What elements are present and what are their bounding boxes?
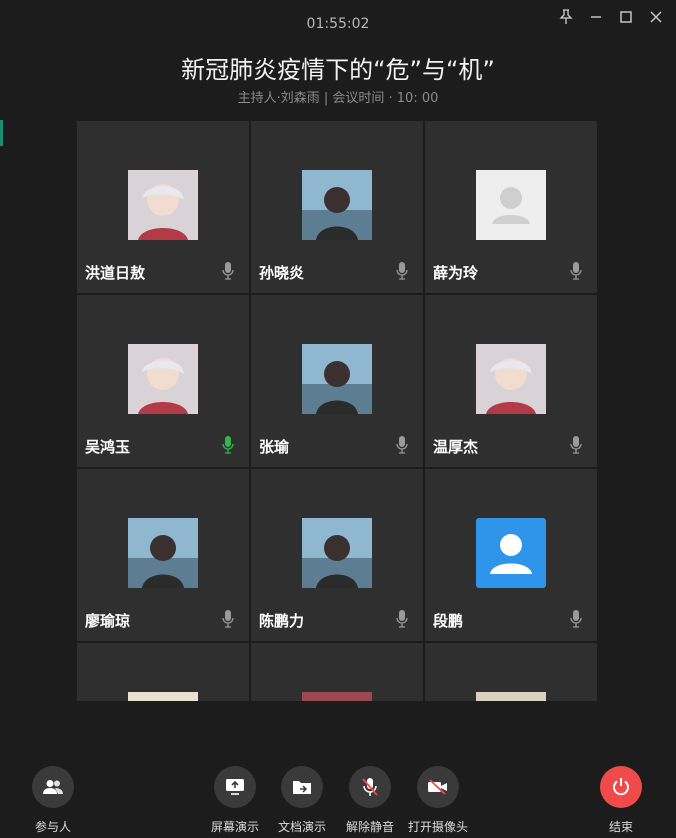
- participant-name: 陈鹏力: [259, 612, 305, 630]
- pin-icon[interactable]: [554, 7, 578, 27]
- participant-tile[interactable]: 段鹏: [425, 469, 597, 641]
- participant-name: 张瑜: [259, 438, 290, 456]
- left-edge-accent: [0, 120, 3, 146]
- participant-tile-partial[interactable]: [425, 643, 597, 701]
- mic-icon: [222, 436, 234, 454]
- meeting-subtitle: 主持人·刘森雨 | 会议时间 · 10: 00: [237, 91, 439, 106]
- participant-tile[interactable]: 洪道日敖: [77, 121, 249, 293]
- participant-tile[interactable]: 陈鹏力: [251, 469, 423, 641]
- participant-avatar: [476, 344, 546, 414]
- mic-icon: [222, 262, 234, 280]
- participant-name: 薛为玲: [433, 264, 479, 282]
- camera-button[interactable]: 打开摄像头: [398, 766, 478, 835]
- camera-off-icon: [417, 766, 459, 808]
- mic-icon: [570, 262, 582, 280]
- meeting-toolbar: 参与人 屏幕演示 文档演示 解除静音 打开摄像头 结束: [0, 760, 676, 838]
- meeting-title: 新冠肺炎疫情下的“危”与“机”: [181, 56, 495, 84]
- participants-label: 参与人: [34, 820, 71, 834]
- participant-avatar: [476, 692, 546, 701]
- participant-avatar: [128, 518, 198, 588]
- participant-tile-partial[interactable]: [251, 643, 423, 701]
- participant-tile[interactable]: 吴鸿玉: [77, 295, 249, 467]
- participant-tile[interactable]: 张瑜: [251, 295, 423, 467]
- participant-name: 洪道日敖: [85, 264, 146, 282]
- mic-icon: [396, 436, 408, 454]
- participant-name: 温厚杰: [433, 438, 479, 456]
- mic-icon: [396, 262, 408, 280]
- close-icon[interactable]: [644, 7, 668, 27]
- window-controls: [554, 7, 668, 27]
- participant-tile[interactable]: 薛为玲: [425, 121, 597, 293]
- participant-avatar: [302, 344, 372, 414]
- participant-grid[interactable]: 洪道日敖 孙晓炎 薛为玲吴鸿玉 张瑜 温厚杰廖瑜琼 陈鹏力 段鹏: [77, 121, 597, 701]
- participant-tile[interactable]: 廖瑜琼: [77, 469, 249, 641]
- camera-label: 打开摄像头: [407, 820, 468, 834]
- end-meeting-button[interactable]: 结束: [581, 766, 661, 835]
- title-bar: 01:55:02: [0, 0, 676, 46]
- maximize-icon[interactable]: [614, 7, 638, 27]
- participant-name: 廖瑜琼: [85, 612, 131, 630]
- participant-name: 段鹏: [433, 612, 464, 630]
- participant-avatar: [302, 170, 372, 240]
- participant-avatar: [302, 692, 372, 701]
- participant-avatar: [476, 518, 546, 588]
- mic-icon: [570, 436, 582, 454]
- participant-avatar: [128, 692, 198, 701]
- participant-name: 孙晓炎: [259, 264, 305, 282]
- mic-icon: [222, 610, 234, 628]
- participant-avatar: [128, 170, 198, 240]
- mic-icon: [570, 610, 582, 628]
- screen-share-icon: [214, 766, 256, 808]
- power-icon: [600, 766, 642, 808]
- participant-tile[interactable]: 孙晓炎: [251, 121, 423, 293]
- participant-tile-partial[interactable]: [77, 643, 249, 701]
- participant-name: 吴鸿玉: [85, 438, 131, 456]
- participant-avatar: [476, 170, 546, 240]
- participant-avatar: [302, 518, 372, 588]
- doc-share-icon: [281, 766, 323, 808]
- participant-avatar: [128, 344, 198, 414]
- minimize-icon[interactable]: [584, 7, 608, 27]
- participants-button[interactable]: 参与人: [13, 766, 93, 835]
- participants-icon: [32, 766, 74, 808]
- end-label: 结束: [608, 820, 633, 834]
- mic-icon: [396, 610, 408, 628]
- muted-mic-icon: [349, 766, 391, 808]
- participant-tile[interactable]: 温厚杰: [425, 295, 597, 467]
